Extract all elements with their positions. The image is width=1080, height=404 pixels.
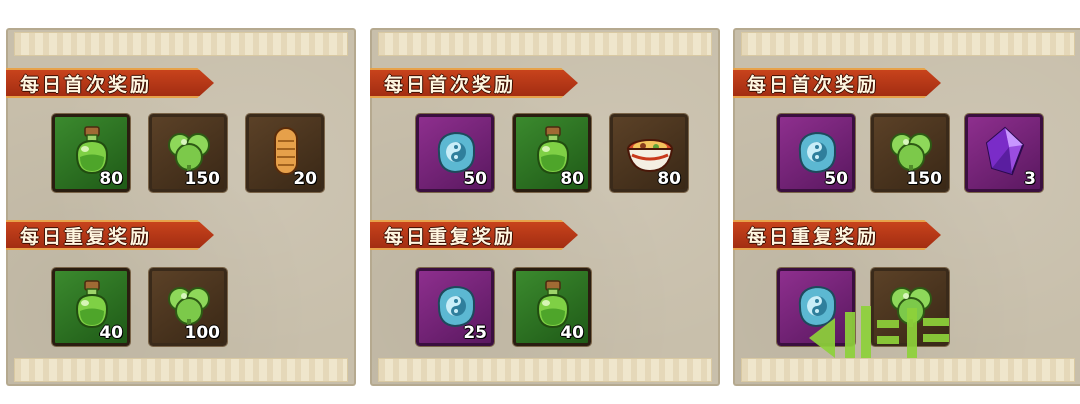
reward-panel-1: 每日首次奖励 80 150 20 每日重复奖励 40 100 <box>6 28 356 386</box>
item-count: 150 <box>906 169 943 189</box>
repeat-reward-banner: 每日重复奖励 <box>370 220 578 250</box>
item-count: 50 <box>824 169 848 189</box>
reward-item-clover[interactable]: 150 <box>149 114 227 192</box>
first-reward-banner: 每日首次奖励 <box>370 68 578 98</box>
reward-item-stone[interactable]: 50 <box>416 114 494 192</box>
panel-top-border <box>14 32 348 56</box>
reward-item-potion[interactable]: 80 <box>52 114 130 192</box>
repeat-reward-banner: 每日重复奖励 <box>6 220 214 250</box>
reward-panel-2: 每日首次奖励 50 80 80 每日重复奖励 25 40 <box>370 28 720 386</box>
reward-item-potion[interactable]: 80 <box>513 114 591 192</box>
reward-item-stone[interactable]: 25 <box>416 268 494 346</box>
item-count: 80 <box>99 169 123 189</box>
panel-bottom-border <box>378 358 712 382</box>
item-count: 80 <box>560 169 584 189</box>
item-count: 25 <box>463 323 487 343</box>
panel-bottom-border <box>14 358 348 382</box>
item-count: 80 <box>657 169 681 189</box>
panel-top-border <box>378 32 712 56</box>
reward-item-potion[interactable]: 40 <box>513 268 591 346</box>
first-reward-banner: 每日首次奖励 <box>733 68 941 98</box>
reward-item-potion[interactable]: 40 <box>52 268 130 346</box>
item-count: 40 <box>99 323 123 343</box>
reward-item-clover[interactable]: 100 <box>149 268 227 346</box>
item-count: 50 <box>463 169 487 189</box>
panel-top-border <box>741 32 1075 56</box>
reward-item-scroll[interactable]: 20 <box>246 114 324 192</box>
reward-item-clover[interactable]: 150 <box>871 114 949 192</box>
repeat-reward-banner: 每日重复奖励 <box>733 220 941 250</box>
item-count: 3 <box>1024 169 1036 189</box>
reward-item-ramen[interactable]: 80 <box>610 114 688 192</box>
item-count: 150 <box>184 169 221 189</box>
item-count: 40 <box>560 323 584 343</box>
first-reward-banner: 每日首次奖励 <box>6 68 214 98</box>
watermark-logo <box>809 306 949 358</box>
reward-item-stone[interactable]: 50 <box>777 114 855 192</box>
reward-item-crystal[interactable]: 3 <box>965 114 1043 192</box>
item-count: 100 <box>184 323 221 343</box>
item-count: 20 <box>293 169 317 189</box>
